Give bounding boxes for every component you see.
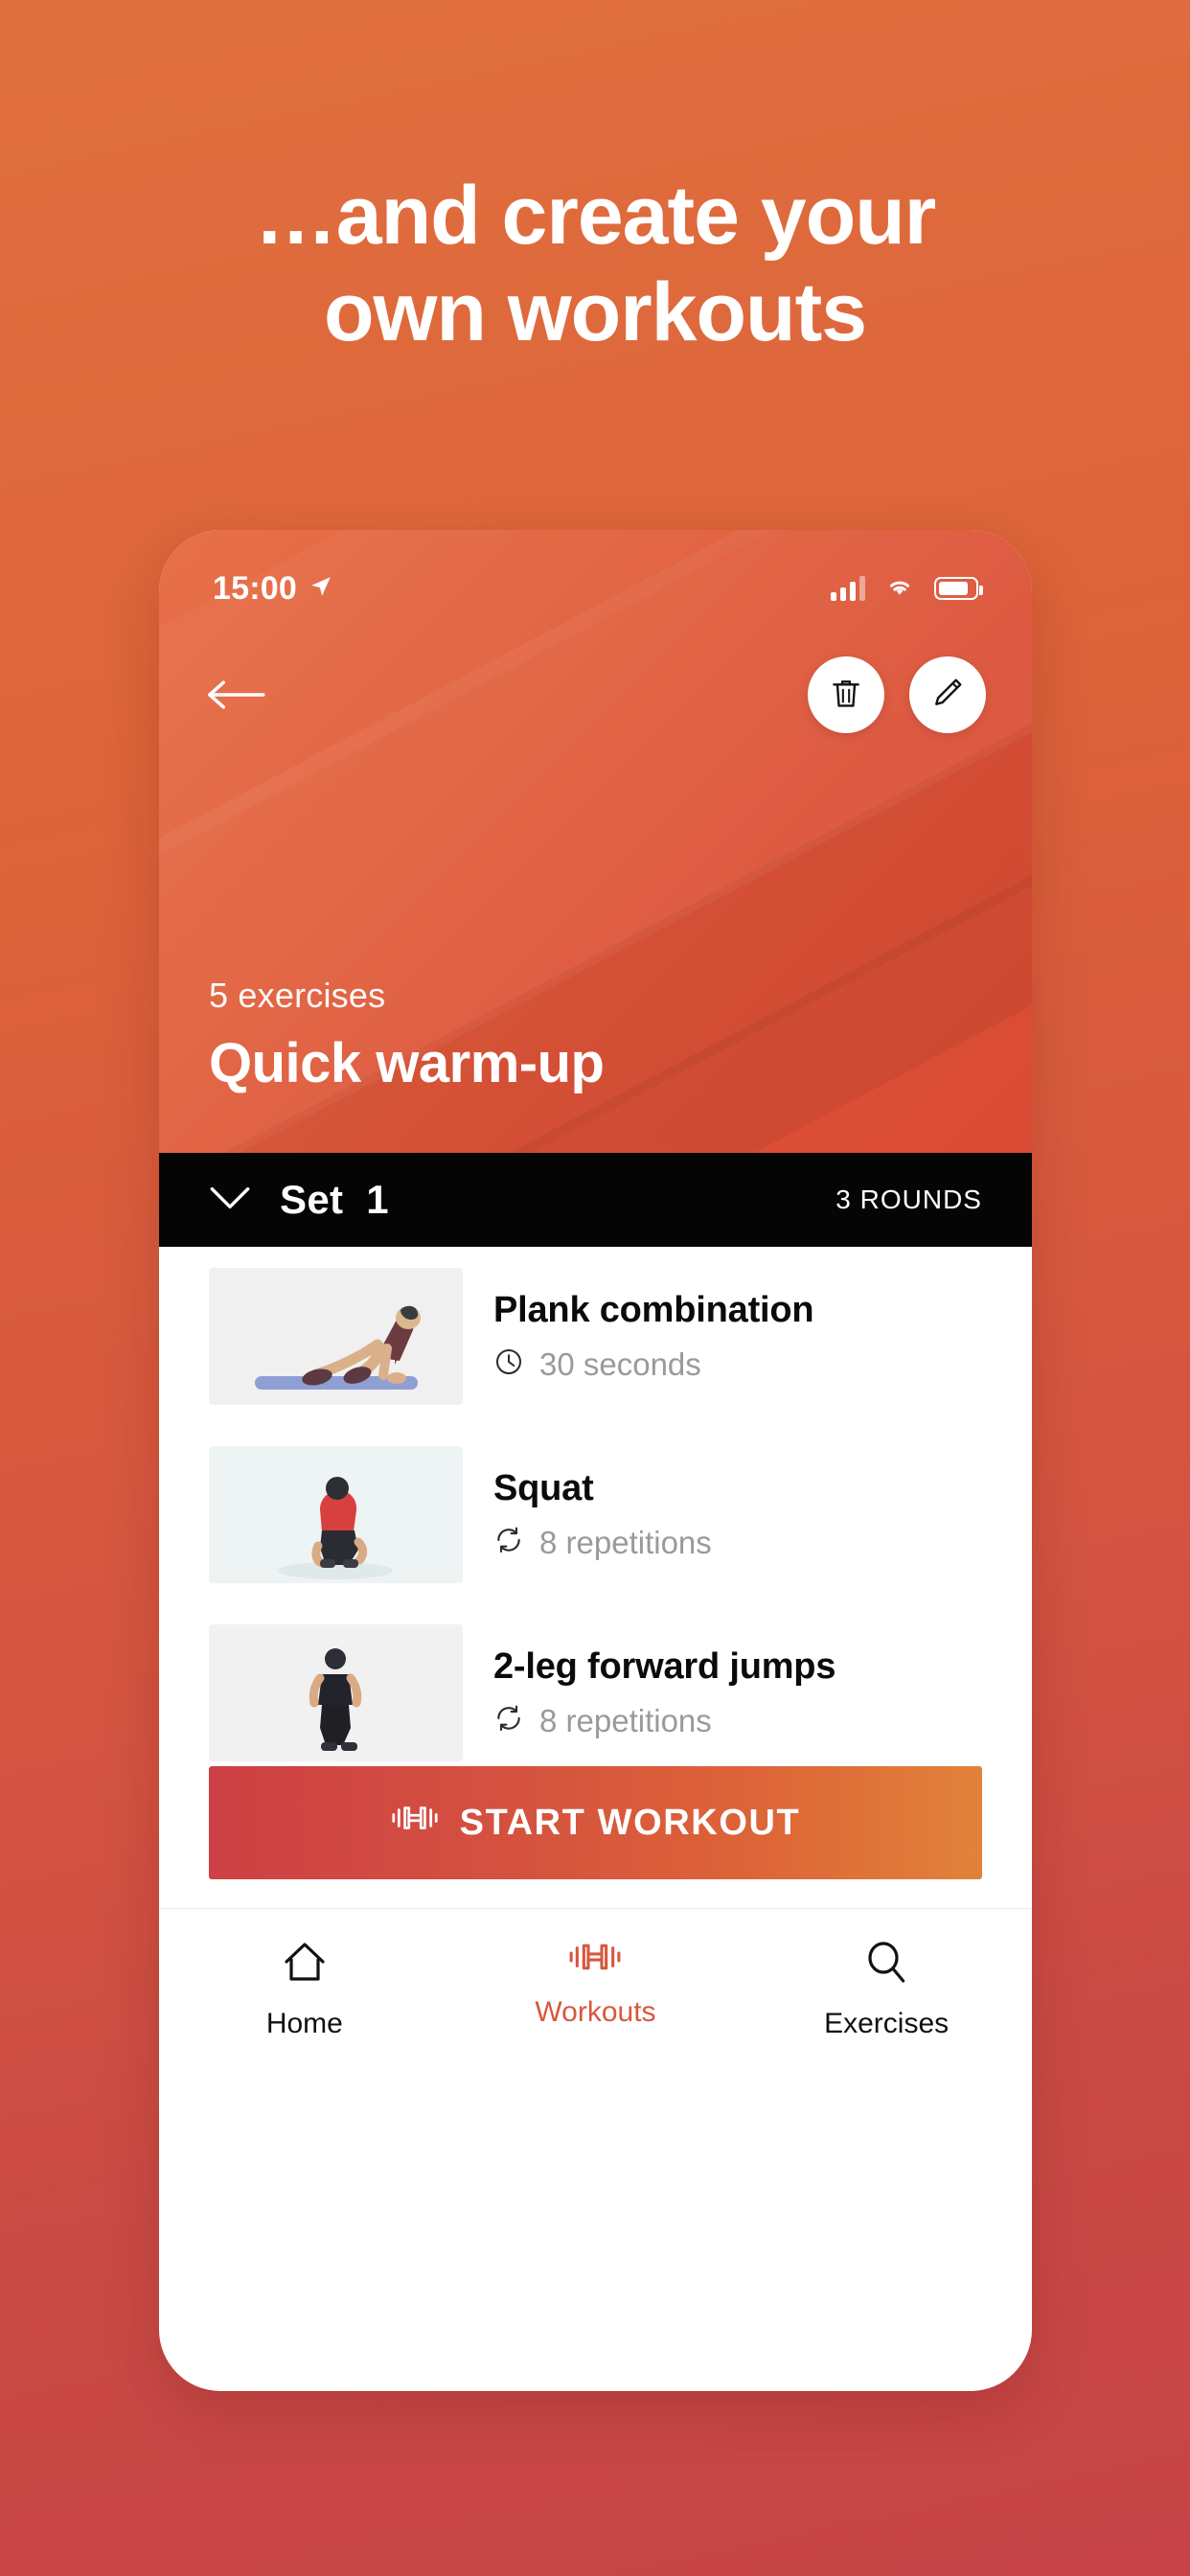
start-workout-button[interactable]: START WORKOUT <box>209 1766 982 1879</box>
exercise-name: 2-leg forward jumps <box>493 1645 836 1687</box>
exercise-metric-label: 8 repetitions <box>539 1524 712 1560</box>
trash-icon <box>828 675 864 716</box>
list-item[interactable]: Squat 8 repetitions <box>159 1425 1032 1603</box>
tab-exercises[interactable]: Exercises <box>790 1938 982 2040</box>
list-item[interactable]: Plank combination 30 seconds <box>159 1247 1032 1425</box>
battery-icon <box>934 577 983 600</box>
status-bar-right <box>831 575 983 603</box>
list-item[interactable]: 2-leg forward jumps 8 repetitions <box>159 1603 1032 1762</box>
exercise-metric-label: 8 repetitions <box>539 1702 712 1738</box>
set-header-left: Set 1 <box>209 1177 389 1223</box>
repeat-icon <box>493 1525 524 1560</box>
tab-exercises-label: Exercises <box>824 2008 950 2039</box>
exercise-thumbnail <box>209 1445 463 1583</box>
workout-hero-text: 5 exercises Quick warm-up <box>209 976 605 1095</box>
phone-mockup: 15:00 5 exercises Quick warm-up Set 1 3 … <box>159 530 1032 2391</box>
exercise-metric: 30 seconds <box>493 1346 813 1383</box>
exercise-name: Plank combination <box>493 1289 814 1330</box>
back-arrow-icon[interactable] <box>205 665 274 724</box>
repeat-icon <box>493 1703 524 1738</box>
cellular-signal-icon <box>831 576 865 601</box>
workout-actions <box>808 656 986 733</box>
pencil-icon <box>929 675 966 716</box>
start-workout-area: START WORKOUT <box>159 1762 1032 1908</box>
clock-icon <box>493 1346 524 1382</box>
workout-nav-bar <box>159 656 1032 733</box>
bottom-tab-bar: Home Workouts Exercises <box>159 1908 1032 2100</box>
exercise-metric-label: 30 seconds <box>539 1346 701 1382</box>
tab-workouts[interactable]: Workouts <box>499 1938 691 2029</box>
set-rounds-label: 3 ROUNDS <box>835 1184 982 1214</box>
edit-workout-button[interactable] <box>909 656 986 733</box>
exercise-thumbnail <box>209 1267 463 1405</box>
promo-headline: …and create your own workouts <box>254 170 936 358</box>
exercise-info: Squat 8 repetitions <box>493 1468 712 1561</box>
exercise-metric: 8 repetitions <box>493 1703 835 1739</box>
start-workout-label: START WORKOUT <box>459 1802 801 1843</box>
exercise-info: Plank combination 30 seconds <box>493 1289 814 1383</box>
set-header-bar[interactable]: Set 1 3 ROUNDS <box>159 1153 1032 1247</box>
exercise-info: 2-leg forward jumps 8 repetitions <box>493 1646 835 1739</box>
delete-workout-button[interactable] <box>808 656 884 733</box>
location-arrow-icon <box>309 570 333 608</box>
exercise-count: 5 exercises <box>209 976 386 1015</box>
exercise-name: Squat <box>493 1467 594 1508</box>
status-bar-left: 15:00 <box>213 570 333 608</box>
exercise-list[interactable]: Plank combination 30 seconds Squat 8 rep… <box>159 1247 1032 1762</box>
search-icon <box>861 1938 911 1992</box>
tab-home[interactable]: Home <box>209 1938 400 2040</box>
workout-title: Quick warm-up <box>209 1032 605 1094</box>
set-label: Set 1 <box>280 1177 389 1222</box>
home-icon <box>280 1938 330 1992</box>
tab-workouts-label: Workouts <box>535 1996 656 2028</box>
wifi-icon <box>884 575 915 603</box>
workout-hero-header: 15:00 5 exercises Quick warm-up <box>159 530 1032 1153</box>
chevron-down-icon[interactable] <box>209 1184 251 1216</box>
tab-home-label: Home <box>265 2008 343 2039</box>
dumbbell-icon <box>568 1938 622 1981</box>
status-time: 15:00 <box>213 569 297 607</box>
status-bar: 15:00 <box>159 530 1032 622</box>
dumbbell-icon <box>391 1802 439 1844</box>
exercise-metric: 8 repetitions <box>493 1525 712 1561</box>
exercise-thumbnail <box>209 1623 463 1761</box>
